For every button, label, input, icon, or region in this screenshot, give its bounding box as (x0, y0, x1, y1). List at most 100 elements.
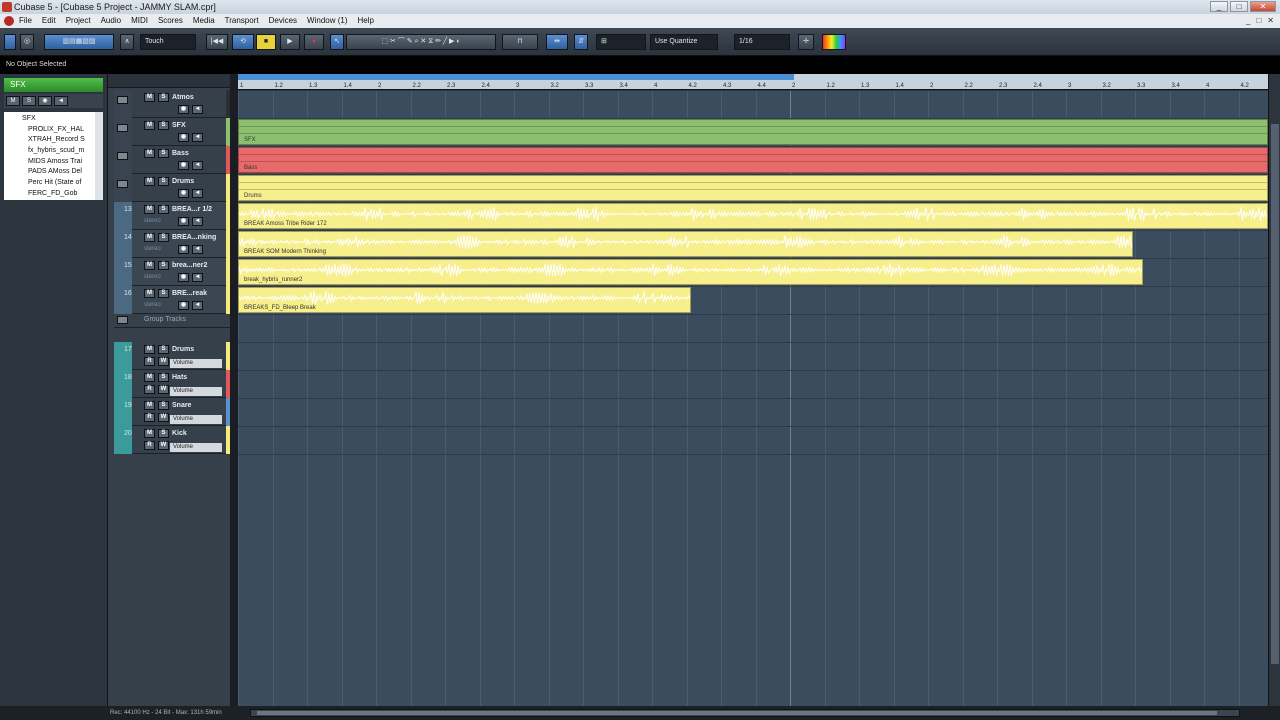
solo-button[interactable]: S (158, 261, 169, 270)
monitor-button[interactable]: ◉ (178, 301, 189, 310)
speaker-button[interactable]: ◄ (192, 189, 203, 198)
record-button[interactable]: ● (304, 34, 324, 50)
mute-button[interactable]: M (144, 121, 155, 130)
automation-icon[interactable]: ∧ (120, 34, 134, 50)
close-button[interactable]: ✕ (1250, 1, 1276, 12)
maximize-button[interactable]: □ (1230, 1, 1248, 12)
write-button[interactable]: W (158, 357, 169, 366)
inspector-mute-button[interactable]: M (6, 96, 20, 106)
window-layout-icon[interactable]: ▥▤▦▧▨ (44, 34, 114, 50)
quantize-setup-icon[interactable]: ✛ (798, 34, 814, 50)
solo-button[interactable]: S (158, 289, 169, 298)
track-folder[interactable]: M S Bass ◉ ◄ (114, 146, 230, 174)
doc-close-button[interactable]: ✕ (1267, 14, 1274, 28)
track-audio[interactable]: 14 M S BREA...nking stereo ◉ ◄ (114, 230, 230, 258)
mute-button[interactable]: M (144, 233, 155, 242)
track-name[interactable]: BREA...nking (172, 234, 216, 241)
track-name[interactable]: Kick (172, 430, 187, 437)
track-folder[interactable]: M S Drums ◉ ◄ (114, 174, 230, 202)
track-folder[interactable]: M S Atmos ◉ ◄ (114, 90, 230, 118)
tree-item[interactable]: MIDS Amoss Trai (8, 157, 99, 168)
track-audio[interactable]: 15 M Sbrea...ner2 stereo ◉ ◄ (114, 258, 230, 286)
mute-button[interactable]: M (144, 345, 155, 354)
cubase-logo-icon[interactable] (4, 16, 14, 26)
tree-scrollbar[interactable] (95, 112, 103, 200)
read-button[interactable]: R (144, 413, 155, 422)
horizontal-scrollbar[interactable] (250, 709, 1240, 717)
folder-icon[interactable] (117, 180, 128, 188)
track-name[interactable]: SFX (172, 122, 186, 129)
solo-button[interactable]: S (158, 401, 169, 410)
minimize-button[interactable]: _ (1210, 1, 1228, 12)
solo-button[interactable]: S (158, 429, 169, 438)
speaker-button[interactable]: ◄ (192, 245, 203, 254)
snap-type-icon[interactable]: ⇵ (574, 34, 588, 50)
track-name[interactable]: Atmos (172, 94, 194, 101)
volume-param[interactable]: Volume (170, 359, 222, 368)
track-name[interactable]: Drums (172, 346, 194, 353)
mute-button[interactable]: M (144, 401, 155, 410)
menu-audio[interactable]: Audio (96, 14, 126, 28)
menu-midi[interactable]: MIDI (126, 14, 153, 28)
audio-event[interactable]: Drums (238, 175, 1268, 201)
track-name[interactable]: BREA...r 1/2 (172, 206, 212, 213)
stop-button[interactable]: ■ (256, 34, 276, 50)
menu-devices[interactable]: Devices (264, 14, 302, 28)
menu-window[interactable]: Window (1) (302, 14, 352, 28)
solo-button[interactable]: S (158, 93, 169, 102)
monitor-button[interactable]: ◉ (178, 161, 189, 170)
inspector-monitor-icon[interactable]: ◉ (38, 96, 52, 106)
audio-event[interactable]: SFX (238, 119, 1268, 145)
folder-icon[interactable] (117, 124, 128, 132)
track-audio[interactable]: 13 M S BREA...r 1/2 stereo ◉ ◄ (114, 202, 230, 230)
vertical-scrollbar[interactable] (1268, 74, 1280, 712)
menu-media[interactable]: Media (188, 14, 220, 28)
volume-param[interactable]: Volume (170, 387, 222, 396)
track-name[interactable]: Drums (172, 178, 194, 185)
mute-button[interactable]: M (144, 429, 155, 438)
audio-event[interactable]: BREAKS_FD_Bleep Break (238, 287, 691, 313)
write-button[interactable]: W (158, 441, 169, 450)
snap-icon[interactable]: ⊓ (502, 34, 538, 50)
monitor-button[interactable]: ◉ (178, 245, 189, 254)
menu-file[interactable]: File (14, 14, 37, 28)
speaker-button[interactable]: ◄ (192, 133, 203, 142)
write-button[interactable]: W (158, 413, 169, 422)
solo-button[interactable]: S (158, 121, 169, 130)
read-button[interactable]: R (144, 441, 155, 450)
tree-item[interactable]: PADS AMoss Del (8, 167, 99, 178)
cycle-button[interactable]: ⟲ (232, 34, 254, 50)
read-button[interactable]: R (144, 385, 155, 394)
grid-type-icon[interactable]: ⊞ (596, 34, 646, 50)
volume-param[interactable]: Volume (170, 415, 222, 424)
track-grouphead[interactable]: Group Tracks (114, 314, 230, 328)
menu-help[interactable]: Help (353, 14, 379, 28)
track-name[interactable]: Bass (172, 150, 189, 157)
doc-minimize-button[interactable]: _ (1246, 14, 1250, 28)
speaker-button[interactable]: ◄ (192, 105, 203, 114)
speaker-button[interactable]: ◄ (192, 217, 203, 226)
tree-item[interactable]: Perc Hit (State of (8, 178, 99, 189)
volume-param[interactable]: Volume (170, 443, 222, 452)
track-group[interactable]: 18 M S Hats R W Volume (114, 370, 230, 398)
menu-transport[interactable]: Transport (220, 14, 264, 28)
menu-scores[interactable]: Scores (153, 14, 188, 28)
track-name[interactable]: brea...ner2 (172, 262, 207, 269)
track-audio[interactable]: 16 M S BRE...reak stereo ◉ ◄ (114, 286, 230, 314)
event-display[interactable]: 1 1.2 1.3 1.4 2 2.2 2.3 2.4 3 3.2 3.3 3.4 4 4.2 4.3 4.4… (238, 74, 1268, 712)
inspector-solo-button[interactable]: S (22, 96, 36, 106)
mute-button[interactable]: M (144, 149, 155, 158)
audio-event[interactable]: BREAK SOM Modern Thinking (238, 231, 1133, 257)
speaker-button[interactable]: ◄ (192, 161, 203, 170)
activate-project-icon[interactable] (4, 34, 16, 50)
tree-item[interactable]: PROLIX_FX_HAL (8, 125, 99, 136)
tool-palette[interactable]: ⬚ ✂ ⌒ ✎ ⌕ ✕ ⧖ ✏ ╱ ▶ ◐ (346, 34, 496, 50)
track-group[interactable]: 19 M S Snare R W Volume (114, 398, 230, 426)
cycle-range[interactable] (238, 74, 794, 80)
audio-event[interactable]: BREAK Amoss Tribe Rider 172 (238, 203, 1268, 229)
rewind-button[interactable]: |◀◀ (206, 34, 228, 50)
play-button[interactable]: ▶ (280, 34, 300, 50)
vertical-scroll-thumb[interactable] (1271, 124, 1279, 664)
monitor-button[interactable]: ◉ (178, 189, 189, 198)
inspector-speaker-icon[interactable]: ◄ (54, 96, 68, 106)
